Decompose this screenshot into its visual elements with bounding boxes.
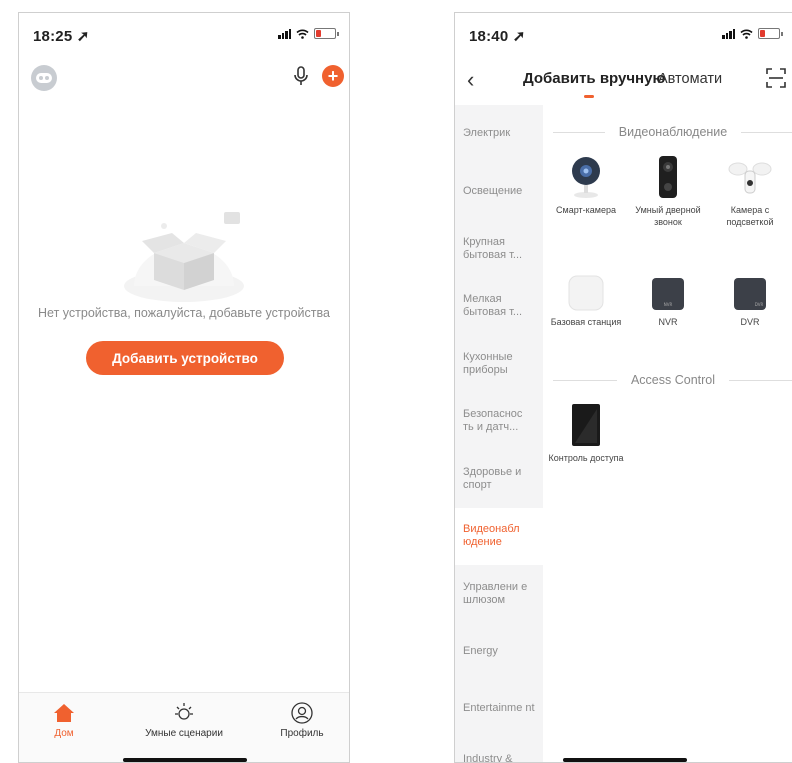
active-tab-indicator — [584, 95, 594, 98]
device-base-station[interactable]: Базовая станция — [545, 265, 627, 329]
tab-profile[interactable]: Профиль — [247, 701, 350, 739]
top-nav: ‹ Добавить вручную Автомати — [455, 61, 792, 101]
category-sidebar: Электрик Освещение Крупная бытовая т... … — [455, 105, 543, 762]
nvr-icon: NVR — [651, 277, 685, 311]
tab-smart-scenes[interactable]: Умные сценарии — [129, 701, 239, 739]
sidebar-item-entertainment[interactable]: Entertainme nt — [455, 680, 543, 738]
home-indicator — [563, 758, 687, 762]
plus-icon: + — [328, 67, 339, 85]
sidebar-item-security[interactable]: Безопаснос ть и датч... — [455, 393, 543, 451]
section-title-video: Видеонаблюдение — [553, 125, 792, 139]
home-icon — [53, 703, 75, 723]
device-smart-doorbell[interactable]: Умный дверной звонок — [627, 153, 709, 228]
empty-box-illustration — [114, 198, 254, 303]
status-time: 18:25 ➚ — [33, 27, 90, 45]
status-time: 18:40 ➚ — [469, 27, 526, 45]
base-station-icon — [568, 275, 604, 311]
device-access-control[interactable]: Контроль доступа — [545, 401, 627, 465]
avatar-button[interactable] — [31, 65, 57, 91]
status-bar: 18:25 ➚ — [19, 13, 349, 53]
sidebar-item-large-appliances[interactable]: Крупная бытовая т... — [455, 220, 543, 278]
status-icons — [722, 28, 783, 39]
svg-text:DVR: DVR — [755, 302, 764, 307]
wifi-icon — [296, 29, 309, 39]
microphone-button[interactable] — [292, 65, 310, 92]
bottom-tab-bar: Дом Умные сценарии Профиль — [19, 692, 349, 762]
sidebar-item-kitchen[interactable]: Кухонные приборы — [455, 335, 543, 393]
device-nvr[interactable]: NVR NVR — [627, 265, 709, 329]
status-icons — [278, 28, 339, 39]
sun-icon — [172, 701, 196, 725]
location-arrow-icon: ➚ — [77, 28, 90, 45]
location-arrow-icon: ➚ — [513, 28, 526, 45]
microphone-icon — [292, 65, 310, 87]
tab-home[interactable]: Дом — [18, 701, 119, 739]
section-title-access-control: Access Control — [553, 373, 792, 387]
sidebar-item-video-surveillance[interactable]: Видеонабл юдение — [455, 508, 543, 566]
sidebar-item-gateway[interactable]: Управлени е шлюзом — [455, 565, 543, 623]
sidebar-item-energy[interactable]: Energy — [455, 623, 543, 681]
access-control-icon — [571, 403, 601, 447]
sidebar-item-small-appliances[interactable]: Мелкая бытовая т... — [455, 278, 543, 336]
profile-icon — [291, 702, 313, 724]
status-bar: 18:40 ➚ — [455, 13, 792, 53]
home-screen: 18:25 ➚ + Нет устройства, пожалуйста, до… — [18, 12, 350, 763]
device-dvr[interactable]: DVR DVR — [709, 265, 791, 329]
sidebar-item-health[interactable]: Здоровье и спорт — [455, 450, 543, 508]
tab-auto-scan[interactable]: Автомати — [658, 71, 728, 87]
signal-icon — [278, 29, 291, 39]
svg-text:NVR: NVR — [664, 302, 673, 307]
battery-icon — [758, 28, 780, 39]
add-device-screen: 18:40 ➚ ‹ Добавить вручную Автомати Элек… — [454, 12, 792, 763]
scan-icon[interactable] — [765, 67, 787, 89]
back-chevron-icon[interactable]: ‹ — [467, 67, 474, 93]
sidebar-item-electric[interactable]: Электрик — [455, 105, 543, 163]
device-smart-camera[interactable]: Смарт-камера — [545, 153, 627, 217]
sidebar-item-lighting[interactable]: Освещение — [455, 163, 543, 221]
tab-smart-scenes-label: Умные сценарии — [129, 728, 239, 739]
smart-camera-icon — [568, 155, 604, 199]
dvr-icon: DVR — [733, 277, 767, 311]
tab-profile-label: Профиль — [247, 728, 350, 739]
signal-icon — [722, 29, 735, 39]
doorbell-icon — [657, 155, 679, 199]
floodlight-camera-icon — [728, 159, 772, 199]
tab-add-manually[interactable]: Добавить вручную — [523, 70, 665, 87]
robot-avatar-icon — [35, 72, 53, 84]
add-device-button[interactable]: Добавить устройство — [86, 341, 284, 375]
home-indicator — [123, 758, 247, 762]
device-floodlight-camera[interactable]: Камера с подсветкой — [709, 153, 791, 228]
device-list: Видеонаблюдение Смарт-камера Умный дверн… — [543, 105, 792, 762]
tab-home-label: Дом — [18, 728, 119, 739]
empty-state-message: Нет устройства, пожалуйста, добавьте уст… — [19, 306, 349, 320]
sidebar-item-industry[interactable]: Industry & Agriculture — [455, 738, 543, 763]
add-device-plus-button[interactable]: + — [322, 65, 344, 87]
wifi-icon — [740, 29, 753, 39]
battery-icon — [314, 28, 336, 39]
